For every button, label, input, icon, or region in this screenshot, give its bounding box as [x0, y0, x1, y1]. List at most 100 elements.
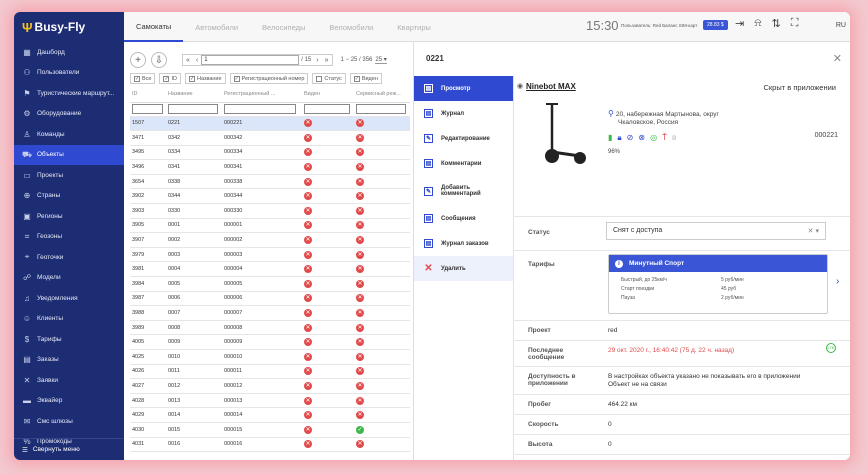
table-row[interactable]: 3987 0006 000006 ✕ ✕: [130, 291, 410, 307]
tab-2[interactable]: Велосипеды: [250, 12, 317, 42]
language-switch[interactable]: RU: [836, 22, 846, 29]
column-toggle[interactable]: ✓ Все: [130, 73, 156, 84]
table-row[interactable]: 1507 0221 000221 ✕ ✕: [130, 116, 410, 132]
detail-menu-item[interactable]: ▤ Журнал: [414, 101, 513, 126]
page-size-select[interactable]: 25 ▾: [375, 56, 387, 64]
sidebar-item-geozones[interactable]: ⌗ Геозоны: [14, 227, 124, 248]
notifications-icon[interactable]: ⍾: [754, 17, 761, 30]
detail-menu-item[interactable]: ✎ Добавить комментарий: [414, 176, 513, 206]
tariff-next-icon[interactable]: ›: [836, 276, 839, 287]
sidebar-item-models[interactable]: ☍ Модели: [14, 268, 124, 289]
table-row[interactable]: 4005 0009 000009 ✕ ✕: [130, 334, 410, 350]
column-filter-input[interactable]: [356, 104, 406, 114]
column-header[interactable]: Виден: [302, 87, 354, 103]
checkbox[interactable]: ✓: [163, 75, 170, 82]
detail-menu-item[interactable]: ▤ Просмотр: [414, 76, 513, 101]
column-toggle[interactable]: ✓ Регистрационный номер: [229, 73, 309, 84]
status-select[interactable]: Снят с доступа ✕ ▾: [606, 222, 826, 240]
tab-1[interactable]: Автомобили: [183, 12, 250, 42]
sidebar-item-objects[interactable]: ⛟ Объекты: [14, 144, 124, 165]
table-row[interactable]: 3903 0330 000330 ✕ ✕: [130, 203, 410, 219]
sidebar-item-card[interactable]: ▬ Эквайер: [14, 391, 124, 412]
fullscreen-icon[interactable]: ⛶: [791, 17, 799, 30]
clear-status-icon[interactable]: ✕ ▾: [808, 227, 819, 235]
sidebar-item-globe[interactable]: ⊕ Страны: [14, 186, 124, 207]
table-row[interactable]: 3988 0007 000007 ✕ ✕: [130, 305, 410, 321]
column-filter-input[interactable]: [168, 104, 218, 114]
detail-menu-item[interactable]: ✕ Удалить: [414, 256, 513, 281]
checkbox[interactable]: ✓: [134, 75, 140, 82]
table-row[interactable]: 4031 0016 000016 ✕ ✕: [130, 437, 410, 453]
detail-menu-item[interactable]: ▤ Комментарии: [414, 151, 513, 176]
tab-3[interactable]: Веломобили: [317, 12, 385, 42]
sidebar-item-regions[interactable]: ▣ Регионы: [14, 206, 124, 227]
collapse-menu-button[interactable]: ☰ Свернуть меню: [14, 438, 124, 460]
model-link[interactable]: Ninebot MAX: [526, 82, 576, 91]
sidebar-item-orders[interactable]: ▤ Заказы: [14, 350, 124, 371]
last-page-button[interactable]: »: [322, 57, 332, 64]
table-row[interactable]: 4027 0012 000012 ✕ ✕: [130, 378, 410, 394]
sidebar-item-equipment[interactable]: ⚙ Оборудование: [14, 104, 124, 125]
table-row[interactable]: 3902 0344 000344 ✕ ✕: [130, 188, 410, 205]
table-row[interactable]: 3471 0342 000342 ✕ ✕: [130, 130, 410, 146]
table-row[interactable]: 3654 0338 000338 ✕ ✕: [130, 174, 410, 190]
table-row[interactable]: 4030 0015 000015 ✕ ✓: [130, 422, 410, 438]
column-filter-input[interactable]: [132, 104, 164, 114]
page-input[interactable]: 1: [201, 55, 300, 65]
cell-name: 0344: [166, 188, 222, 205]
column-header[interactable]: ID: [130, 87, 166, 103]
table-row[interactable]: 4029 0014 000014 ✕ ✕: [130, 407, 410, 423]
checkbox[interactable]: ✓: [188, 75, 195, 82]
sidebar-item-geopoints[interactable]: ⌖ Геоточки: [14, 247, 124, 268]
column-toggle[interactable]: ✓ Виден: [349, 73, 382, 84]
tab-0[interactable]: Самокаты: [124, 12, 184, 42]
column-toggle[interactable]: ✓ ID: [159, 73, 181, 84]
sidebar-item-clients[interactable]: ☺ Клиенты: [14, 309, 124, 330]
sidebar-item-dashboard[interactable]: ▦ Дашборд: [14, 42, 124, 63]
add-button[interactable]: +: [130, 52, 146, 68]
filters-icon[interactable]: ⇅: [772, 17, 781, 30]
close-icon[interactable]: ✕: [833, 52, 842, 65]
tab-4[interactable]: Квартиры: [385, 12, 443, 42]
first-page-button[interactable]: «: [183, 57, 193, 64]
sidebar-item-bell[interactable]: ♫ Уведомления: [14, 288, 124, 309]
sidebar-item-route[interactable]: ⚑ Туристические маршрут...: [14, 83, 124, 104]
table-row[interactable]: 3979 0003 000003 ✕ ✕: [130, 247, 410, 263]
table-row[interactable]: 3907 0002 000002 ✕ ✕: [130, 232, 410, 248]
checkbox[interactable]: ✓: [353, 75, 360, 82]
table-row[interactable]: 3496 0341 000341 ✕ ✕: [130, 159, 410, 175]
column-header[interactable]: Название: [166, 87, 222, 103]
column-filter-input[interactable]: [224, 104, 296, 114]
table-row[interactable]: 3905 0001 000001 ✕ ✕: [130, 218, 410, 234]
tariff-card[interactable]: i Минутный Спорт Быстрый, до 25км/ч 5 ру…: [608, 254, 828, 314]
detail-menu-item[interactable]: ✎ Редактирование: [414, 126, 513, 151]
sidebar-item-tools[interactable]: ✕ Заявки: [14, 370, 124, 391]
checkbox[interactable]: [316, 75, 323, 82]
sidebar-item-commands[interactable]: ♙ Команды: [14, 124, 124, 145]
table-row[interactable]: 3989 0008 000008 ✕ ✕: [130, 320, 410, 336]
next-page-button[interactable]: ›: [313, 57, 321, 64]
column-filter-input[interactable]: [304, 104, 350, 114]
checkbox[interactable]: ✓: [233, 75, 240, 82]
detail-menu-item[interactable]: ▤ Сообщения: [414, 206, 513, 231]
detail-menu-item[interactable]: ▤ Журнал заказов: [414, 231, 513, 256]
table-row[interactable]: 3495 0334 000334 ✕ ✕: [130, 145, 410, 161]
table-row[interactable]: 3981 0004 000004 ✕ ✕: [130, 261, 410, 278]
sidebar-item-sms[interactable]: ✉ Смс шлюзы: [14, 411, 124, 432]
column-header[interactable]: Регистрационный ...: [222, 87, 302, 103]
table-row[interactable]: 4025 0010 000010 ✕ ✕: [130, 349, 410, 365]
logo[interactable]: Ψ Busy-Fly: [14, 12, 124, 42]
sidebar-item-projects[interactable]: ▭ Проекты: [14, 165, 124, 186]
column-toggle[interactable]: Статус: [312, 73, 346, 84]
column-toggle[interactable]: ✓ Название: [184, 73, 226, 84]
sim-balance-badge[interactable]: 28.83 $: [703, 20, 728, 30]
exit-icon[interactable]: ⇥: [735, 17, 744, 30]
table-row[interactable]: 3984 0005 000005 ✕ ✕: [130, 276, 410, 292]
prev-page-button[interactable]: ‹: [193, 57, 201, 64]
sidebar-item-users[interactable]: ⚇ Пользователи: [14, 63, 124, 84]
sidebar-item-tariffs[interactable]: $ Тарифы: [14, 329, 124, 350]
table-row[interactable]: 4028 0013 000013 ✕ ✕: [130, 393, 410, 409]
table-row[interactable]: 4026 0011 000011 ✕ ✕: [130, 364, 410, 380]
column-header[interactable]: Сервисный реж...: [354, 87, 410, 103]
export-button[interactable]: ⇩: [151, 52, 167, 68]
